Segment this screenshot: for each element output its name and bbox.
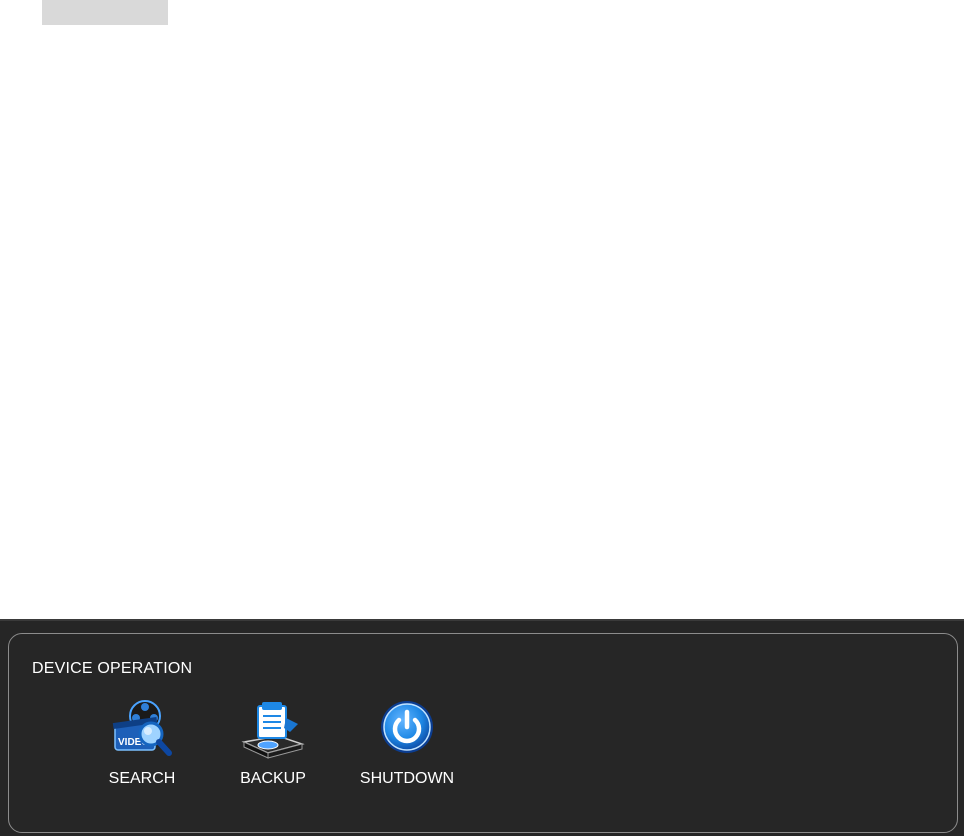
device-operation-frame: DEVICE OPERATION VIDEO SEARCH BACKUP SHU… — [8, 633, 958, 833]
shutdown-label: SHUTDOWN — [359, 770, 455, 787]
video-search-icon: VIDEO — [107, 698, 177, 762]
device-operation-panel: DEVICE OPERATION VIDEO SEARCH BACKUP SHU… — [0, 619, 964, 836]
search-button[interactable]: VIDEO SEARCH — [77, 698, 207, 798]
section-title: DEVICE OPERATION — [32, 660, 193, 677]
top-tab-stub — [42, 0, 168, 25]
backup-drive-icon — [238, 698, 308, 762]
search-label: SEARCH — [108, 770, 176, 787]
shutdown-button[interactable]: SHUTDOWN — [342, 698, 472, 798]
backup-label: BACKUP — [240, 770, 306, 787]
power-icon — [372, 698, 442, 762]
backup-button[interactable]: BACKUP — [208, 698, 338, 798]
